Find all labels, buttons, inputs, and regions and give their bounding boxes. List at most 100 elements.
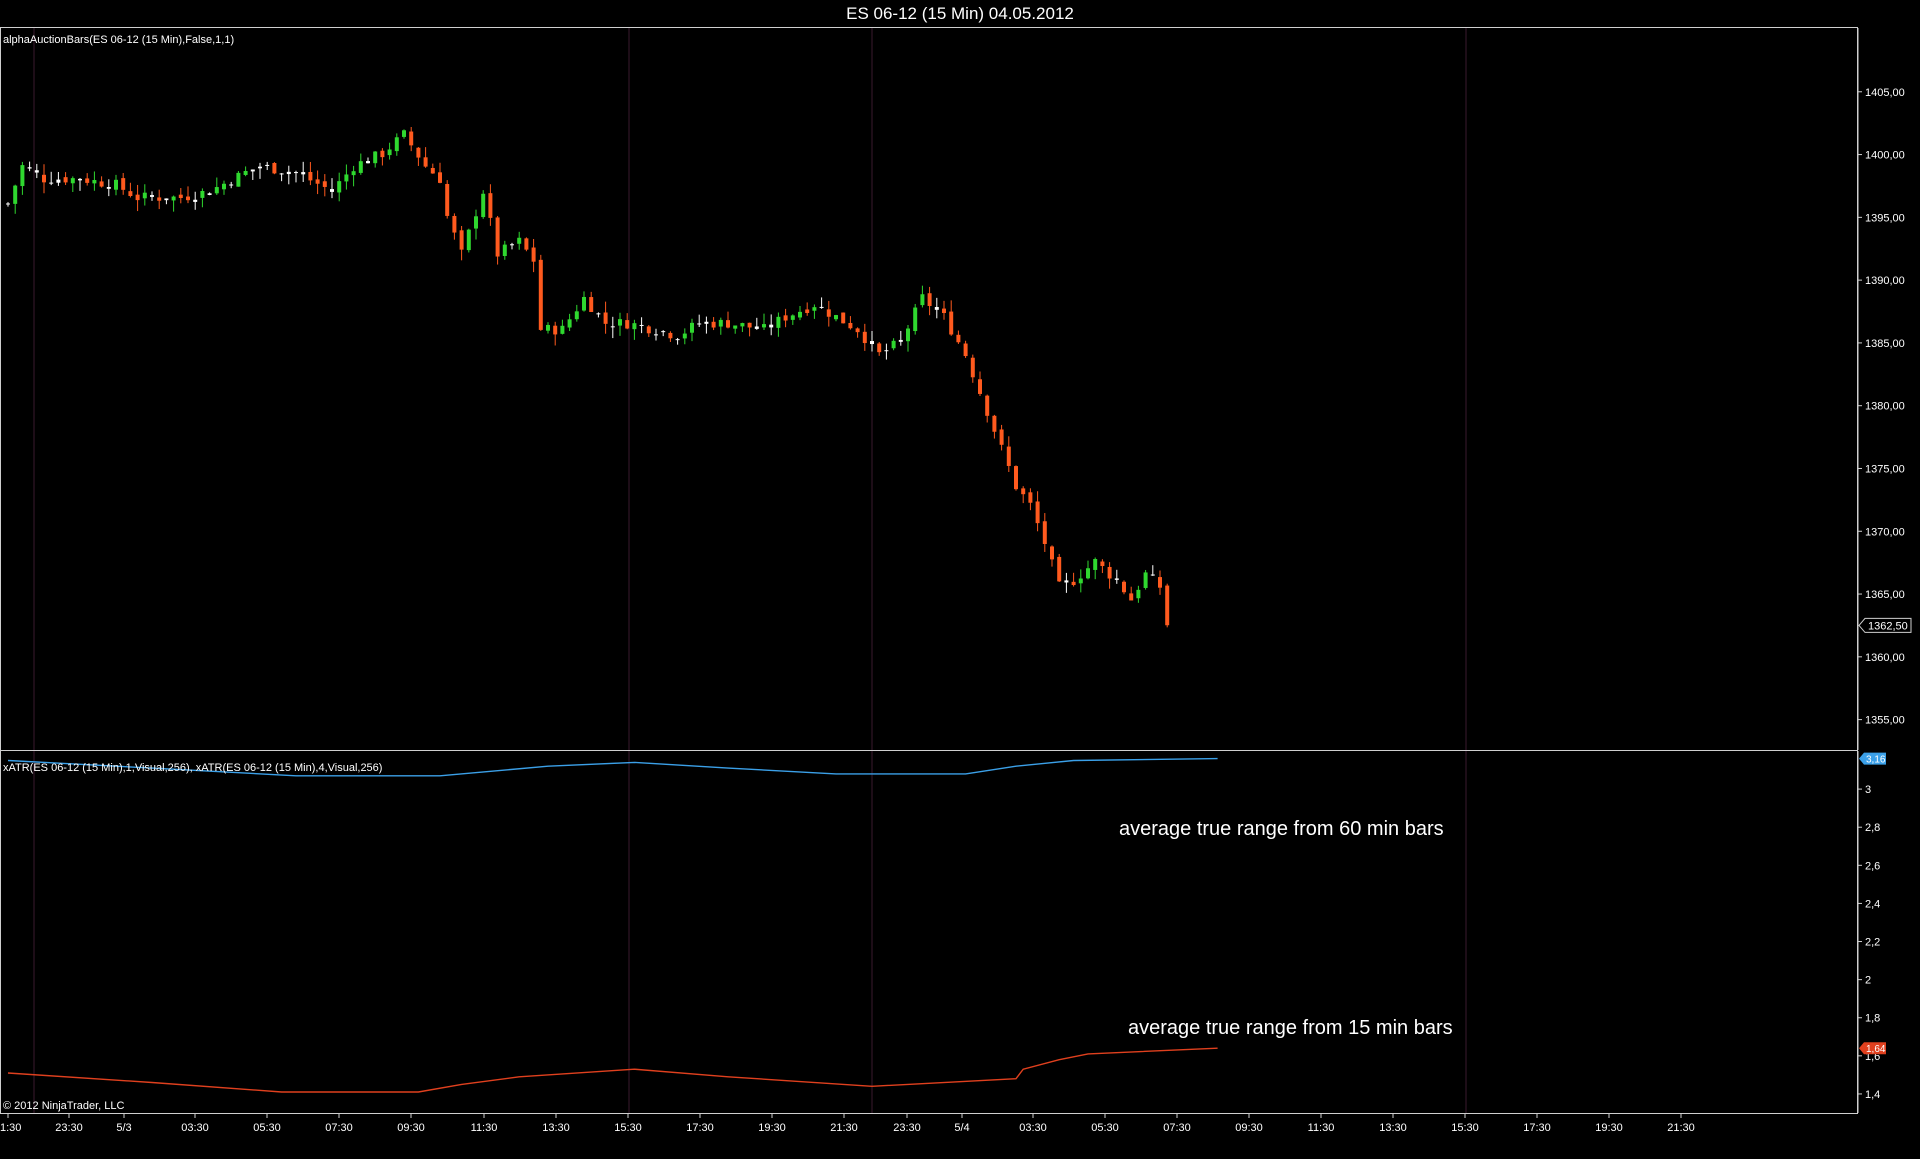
atr-tick-label: 1,8 <box>1865 1013 1880 1025</box>
candle-body <box>286 171 291 175</box>
candle-body <box>1143 572 1148 588</box>
candle-body <box>1114 578 1119 580</box>
candle-body <box>1150 574 1155 576</box>
candle-body <box>344 174 349 182</box>
price-indicator-label: alphaAuctionBars(ES 06-12 (15 Min),False… <box>3 34 235 46</box>
candle-body <box>1071 581 1076 586</box>
candle-body <box>553 325 558 335</box>
time-tick-label: 5/3 <box>116 1122 131 1134</box>
time-tick-label: 1:30 <box>0 1122 21 1134</box>
candle-body <box>812 307 817 311</box>
candle-body <box>1050 546 1054 560</box>
candle-body <box>697 323 702 325</box>
candle-body <box>618 319 622 326</box>
candle-body <box>186 196 190 201</box>
candle-body <box>92 180 97 184</box>
candle-body <box>279 173 284 175</box>
candle-body <box>171 196 176 201</box>
atr-indicator-label: xATR(ES 06-12 (15 Min),1,Visual,256), xA… <box>3 762 383 774</box>
candle-body <box>531 247 536 262</box>
candle-body <box>682 333 687 339</box>
candle-body <box>366 161 370 164</box>
candle-body <box>474 216 478 229</box>
candle-body <box>121 178 126 190</box>
time-tick-label: 15:30 <box>1451 1122 1479 1134</box>
candle-body <box>322 181 327 187</box>
candle-body <box>776 316 781 328</box>
atr-panel[interactable] <box>1 751 1857 1113</box>
candle-body <box>704 321 709 324</box>
candle-body <box>1100 561 1105 567</box>
candle-body <box>769 324 774 328</box>
candle-body <box>56 179 61 183</box>
candle-body <box>495 217 500 257</box>
atr-tick-label: 2,2 <box>1865 937 1880 949</box>
price-tick-label: 1355,00 <box>1865 715 1905 727</box>
candle-body <box>927 293 932 306</box>
price-tick-label: 1380,00 <box>1865 401 1905 413</box>
candle-body <box>452 215 457 233</box>
candle-body <box>135 194 140 201</box>
candle-body <box>265 164 270 166</box>
price-tick-label: 1370,00 <box>1865 526 1905 538</box>
time-tick-label: 11:30 <box>1308 1122 1335 1134</box>
candle-body <box>970 357 975 378</box>
candle-body <box>150 195 154 197</box>
candle-body <box>646 326 651 334</box>
candle-body <box>949 311 954 335</box>
candle-body <box>985 395 990 416</box>
candle-body <box>157 197 162 201</box>
atr15-badge-label: 1,64 <box>1866 1044 1886 1055</box>
candle-body <box>675 339 680 341</box>
atr-tick-label: 2,8 <box>1865 822 1880 834</box>
candle-body <box>934 307 939 310</box>
candle-body <box>34 170 39 173</box>
candle-body <box>114 179 118 190</box>
candle-body <box>891 340 896 349</box>
candle-body <box>402 130 406 137</box>
candle-body <box>848 322 853 329</box>
atr-y-axis[interactable]: 32,82,62,42,221,81,61,43,161,64 <box>1858 751 1920 1113</box>
candle-body <box>423 157 428 167</box>
candle-body <box>1107 566 1112 579</box>
candle-body <box>718 319 723 327</box>
time-tick-label: 17:30 <box>1523 1122 1551 1134</box>
candle-body <box>726 320 730 328</box>
atr-tick-label: 2,6 <box>1865 860 1880 872</box>
candle-body <box>747 322 752 328</box>
time-tick-label: 23:30 <box>893 1122 921 1134</box>
candle-body <box>337 181 342 193</box>
candle-body <box>308 171 313 181</box>
price-tick-label: 1390,00 <box>1865 275 1905 287</box>
candle-body <box>524 238 529 250</box>
time-x-axis[interactable]: 1:30 23:30 5/3 03:30 05:30 07:30 09:30 11:30 13:… <box>0 1114 1858 1138</box>
candle-body <box>258 166 262 169</box>
candle-body <box>668 332 673 339</box>
candle-body <box>214 187 219 194</box>
time-tick-label: 21:30 <box>1667 1122 1695 1134</box>
time-tick-label: 09:30 <box>397 1122 425 1134</box>
price-panel[interactable] <box>1 28 1857 750</box>
time-tick-label: 21:30 <box>830 1122 858 1134</box>
candle-body <box>510 244 514 246</box>
price-y-axis[interactable]: 1405,00 1400,00 1395,00 1390,00 1385,00 1380,… <box>1858 28 1920 750</box>
candle-body <box>409 131 414 146</box>
candle-body <box>1035 501 1040 524</box>
price-tick-label: 1365,00 <box>1865 589 1905 601</box>
candle-body <box>603 312 608 324</box>
candle-body <box>992 415 997 432</box>
candle-body <box>164 198 169 201</box>
candle-body <box>430 168 435 174</box>
candle-body <box>790 315 795 320</box>
candle-body <box>63 177 68 183</box>
candle-body <box>229 184 234 186</box>
candle-body <box>538 259 543 330</box>
candle-body <box>963 343 968 357</box>
time-tick-label: 09:30 <box>1235 1122 1263 1134</box>
time-tick-label: 23:30 <box>55 1122 83 1134</box>
candle-body <box>517 237 522 244</box>
candle-body <box>70 178 75 184</box>
candle-body <box>567 319 572 328</box>
candle-body <box>1129 593 1134 601</box>
candle-body <box>574 311 579 320</box>
